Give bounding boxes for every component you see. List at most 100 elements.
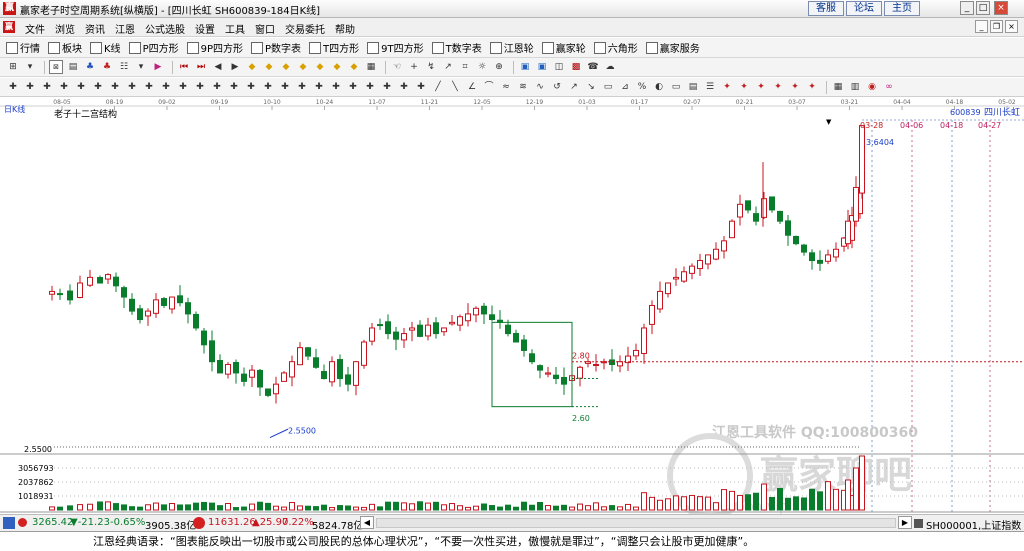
- minimize-button[interactable]: _: [960, 1, 974, 15]
- toolbar-button-6[interactable]: T四方形: [309, 40, 359, 55]
- menu-item-7[interactable]: 窗口: [250, 21, 280, 36]
- draw-tool-period-icon[interactable]: ⊠: [49, 60, 63, 74]
- line-tool-t16-icon[interactable]: ✚: [261, 80, 275, 94]
- line-tool-t25-icon[interactable]: ✚: [414, 80, 428, 94]
- line-tool-sine-icon[interactable]: ∿: [533, 80, 547, 94]
- draw-tool-play-icon[interactable]: ▶: [151, 60, 165, 74]
- toolbar-button-0[interactable]: 行情: [6, 40, 40, 55]
- draw-tool-panel-icon[interactable]: ▩: [569, 60, 583, 74]
- line-tool-star1-icon[interactable]: ✦: [720, 80, 734, 94]
- draw-tool-dropdown2-icon[interactable]: ▾: [134, 60, 148, 74]
- toolbar-button-2[interactable]: K线: [90, 40, 121, 55]
- index-selector-icon[interactable]: [914, 519, 923, 528]
- line-tool-t13-icon[interactable]: ✚: [210, 80, 224, 94]
- scroll-right-button[interactable]: ▶: [898, 516, 912, 529]
- line-tool-trend1-icon[interactable]: ↗: [567, 80, 581, 94]
- toolbar-button-3[interactable]: P四方形: [128, 40, 179, 55]
- toolbar-button-11[interactable]: 六角形: [593, 40, 638, 55]
- menu-item-4[interactable]: 公式选股: [140, 21, 190, 36]
- line-tool-t1-icon[interactable]: ✚: [6, 80, 20, 94]
- line-tool-line1-icon[interactable]: ╱: [431, 80, 445, 94]
- line-tool-record-icon[interactable]: ◉: [865, 80, 879, 94]
- line-tool-t22-icon[interactable]: ✚: [363, 80, 377, 94]
- toolbar-button-10[interactable]: 赢家轮: [541, 40, 586, 55]
- scroll-left-button[interactable]: ◀: [360, 516, 374, 529]
- draw-tool-crosshair-icon[interactable]: +: [407, 60, 421, 74]
- line-tool-t21-icon[interactable]: ✚: [346, 80, 360, 94]
- menu-item-2[interactable]: 资讯: [80, 21, 110, 36]
- line-tool-t11-icon[interactable]: ✚: [176, 80, 190, 94]
- horizontal-scrollbar[interactable]: [376, 518, 896, 528]
- toolbar-button-4[interactable]: 9P四方形: [186, 40, 243, 55]
- menu-item-1[interactable]: 浏览: [50, 21, 80, 36]
- kline-chart[interactable]: 08-05 08-19 09-02 09-19 10-10 10-24 11-07 11-21…: [0, 98, 1024, 514]
- line-tool-t7-icon[interactable]: ✚: [108, 80, 122, 94]
- draw-tool-cloud-icon[interactable]: ☁: [603, 60, 617, 74]
- line-tool-t14-icon[interactable]: ✚: [227, 80, 241, 94]
- draw-tool-hash-icon[interactable]: ⌗: [458, 60, 472, 74]
- line-tool-t18-icon[interactable]: ✚: [295, 80, 309, 94]
- draw-tool-sun-icon[interactable]: ☼: [475, 60, 489, 74]
- line-tool-star2-icon[interactable]: ✦: [737, 80, 751, 94]
- draw-tool-save-icon[interactable]: ▣: [518, 60, 532, 74]
- line-tool-triangle-icon[interactable]: ⊿: [618, 80, 632, 94]
- link-home-button[interactable]: 主页: [884, 1, 920, 16]
- menu-item-8[interactable]: 交易委托: [280, 21, 330, 36]
- line-tool-t17-icon[interactable]: ✚: [278, 80, 292, 94]
- line-tool-wave-icon[interactable]: ≈: [499, 80, 513, 94]
- draw-tool-first-icon[interactable]: ⏮: [177, 60, 191, 74]
- close-button[interactable]: ×: [994, 1, 1008, 15]
- menu-item-0[interactable]: 文件: [20, 21, 50, 36]
- line-tool-t9-icon[interactable]: ✚: [142, 80, 156, 94]
- line-tool-half-icon[interactable]: ◐: [652, 80, 666, 94]
- menu-item-3[interactable]: 江恩: [110, 21, 140, 36]
- link-service-button[interactable]: 客服: [808, 1, 844, 16]
- line-tool-t19-icon[interactable]: ✚: [312, 80, 326, 94]
- line-tool-star5-icon[interactable]: ✦: [788, 80, 802, 94]
- draw-tool-back-icon[interactable]: ◀: [211, 60, 225, 74]
- line-tool-t2-icon[interactable]: ✚: [23, 80, 37, 94]
- draw-tool-target-icon[interactable]: ⊕: [492, 60, 506, 74]
- line-tool-sheet-icon[interactable]: ▥: [848, 80, 862, 94]
- draw-tool-dropdown-icon[interactable]: ▾: [23, 60, 37, 74]
- link-forum-button[interactable]: 论坛: [846, 1, 882, 16]
- line-tool-t5-icon[interactable]: ✚: [74, 80, 88, 94]
- toolbar-button-1[interactable]: 板块: [48, 40, 82, 55]
- draw-tool-phone-icon[interactable]: ☎: [586, 60, 600, 74]
- line-tool-lines-icon[interactable]: ☰: [703, 80, 717, 94]
- line-tool-percent-icon[interactable]: %: [635, 80, 649, 94]
- draw-tool-window-icon[interactable]: ◫: [552, 60, 566, 74]
- draw-tool-cycle-icon[interactable]: ♣: [83, 60, 97, 74]
- toolbar-button-9[interactable]: 江恩轮: [489, 40, 534, 55]
- menu-item-5[interactable]: 设置: [190, 21, 220, 36]
- line-tool-t8-icon[interactable]: ✚: [125, 80, 139, 94]
- draw-tool-diamond1-icon[interactable]: ◆: [245, 60, 259, 74]
- line-tool-t20-icon[interactable]: ✚: [329, 80, 343, 94]
- line-tool-t4-icon[interactable]: ✚: [57, 80, 71, 94]
- mdi-minimize-button[interactable]: _: [975, 20, 988, 33]
- toolbar-button-12[interactable]: 赢家服务: [645, 40, 700, 55]
- draw-tool-layout-icon[interactable]: ⊞: [6, 60, 20, 74]
- line-tool-t6-icon[interactable]: ✚: [91, 80, 105, 94]
- draw-tool-calendar-icon[interactable]: ▤: [66, 60, 80, 74]
- line-tool-line2-icon[interactable]: ╲: [448, 80, 462, 94]
- line-tool-arc-icon[interactable]: ⌒: [482, 80, 496, 94]
- draw-tool-diamond7-icon[interactable]: ◆: [347, 60, 361, 74]
- line-tool-t15-icon[interactable]: ✚: [244, 80, 258, 94]
- draw-tool-zigzag-icon[interactable]: ↯: [424, 60, 438, 74]
- line-tool-t24-icon[interactable]: ✚: [397, 80, 411, 94]
- line-tool-trend2-icon[interactable]: ↘: [584, 80, 598, 94]
- draw-tool-diamond3-icon[interactable]: ◆: [279, 60, 293, 74]
- draw-tool-table1-icon[interactable]: ▦: [364, 60, 378, 74]
- toolbar-button-8[interactable]: T数字表: [431, 40, 482, 55]
- draw-tool-diamond5-icon[interactable]: ◆: [313, 60, 327, 74]
- draw-tool-print-icon[interactable]: ▣: [535, 60, 549, 74]
- line-tool-t12-icon[interactable]: ✚: [193, 80, 207, 94]
- draw-tool-forward-icon[interactable]: ▶: [228, 60, 242, 74]
- maximize-button[interactable]: □: [976, 1, 990, 15]
- draw-tool-grid-icon[interactable]: ☷: [117, 60, 131, 74]
- toolbar-button-7[interactable]: 9T四方形: [367, 40, 424, 55]
- draw-tool-diamond6-icon[interactable]: ◆: [330, 60, 344, 74]
- draw-tool-diamond4-icon[interactable]: ◆: [296, 60, 310, 74]
- line-tool-star3-icon[interactable]: ✦: [754, 80, 768, 94]
